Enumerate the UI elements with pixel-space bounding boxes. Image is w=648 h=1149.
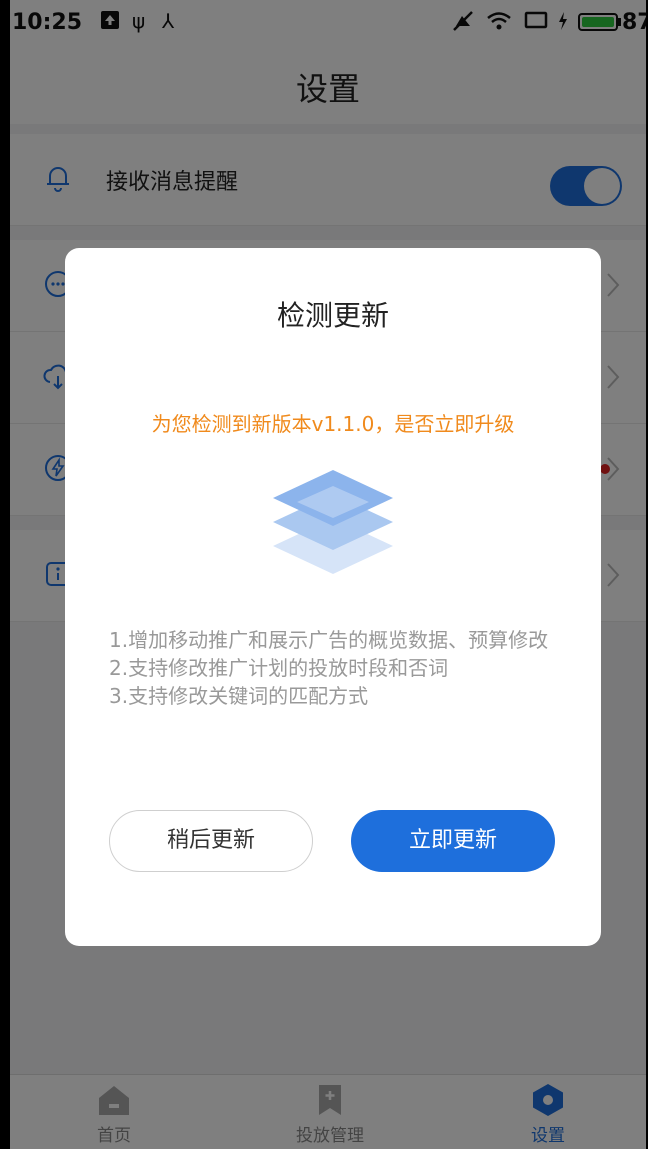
release-note: 3.支持修改关键词的匹配方式 <box>109 684 369 708</box>
update-now-button[interactable]: 立即更新 <box>351 810 555 872</box>
screen: 10:25 ψ ⅄ 87 设置 接 <box>10 0 646 1149</box>
release-note: 1.增加移动推广和展示广告的概览数据、预算修改 <box>109 628 549 652</box>
release-notes: 1.增加移动推广和展示广告的概览数据、预算修改 2.支持修改推广计划的投放时段和… <box>109 626 569 710</box>
layers-icon <box>273 470 393 574</box>
update-dialog: 检测更新 为您检测到新版本v1.1.0，是否立即升级 1.增加移动推广和展示广告… <box>65 248 601 946</box>
dialog-title: 检测更新 <box>276 299 389 332</box>
release-note: 2.支持修改推广计划的投放时段和否词 <box>109 656 449 680</box>
update-later-button[interactable]: 稍后更新 <box>109 810 313 872</box>
dialog-subtitle: 为您检测到新版本v1.1.0，是否立即升级 <box>151 412 515 436</box>
